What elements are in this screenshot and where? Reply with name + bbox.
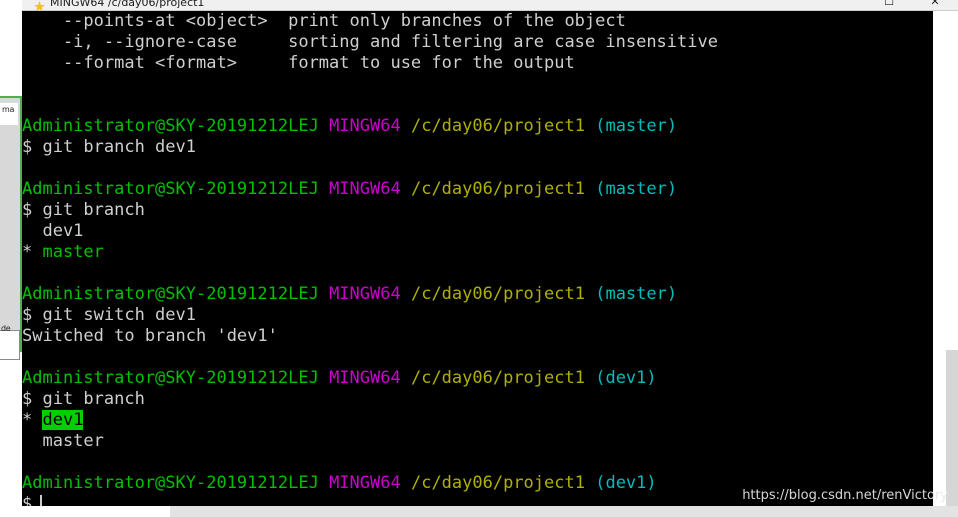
terminal-line: * master bbox=[22, 242, 718, 263]
terminal-line bbox=[22, 95, 718, 116]
terminal-text: MINGW64 bbox=[329, 116, 401, 136]
terminal-text: MINGW64 bbox=[329, 473, 401, 493]
terminal-text: MINGW64 bbox=[329, 179, 401, 199]
terminal-text: $ git switch dev1 bbox=[22, 305, 196, 325]
terminal-line: Administrator@SKY-20191212LEJ MINGW64 /c… bbox=[22, 473, 718, 494]
terminal-text: Switched to branch 'dev1' bbox=[22, 326, 278, 346]
screen-root: ma de MINGW64 /c/day06/project1 ☐ ✕ --po… bbox=[0, 0, 958, 517]
background-bottom-scrollbar[interactable] bbox=[170, 506, 958, 517]
terminal-text: /c/day06/project1 bbox=[410, 284, 585, 304]
terminal-text: MINGW64 bbox=[329, 284, 401, 304]
terminal-text: $ bbox=[22, 494, 33, 506]
background-panel-left bbox=[0, 96, 22, 352]
terminal-line: $ git branch bbox=[22, 389, 718, 410]
terminal-line: * dev1 bbox=[22, 410, 718, 431]
terminal-line: master bbox=[22, 431, 718, 452]
terminal-text: $ git branch bbox=[22, 200, 145, 220]
terminal-window[interactable]: --points-at <object> print only branches… bbox=[22, 11, 933, 506]
terminal-line bbox=[22, 347, 718, 368]
terminal-line: $ git branch dev1 bbox=[22, 137, 718, 158]
terminal-line: $ bbox=[22, 494, 718, 506]
terminal-text: dev1 bbox=[22, 221, 84, 241]
terminal-line: --format <format> format to use for the … bbox=[22, 53, 718, 74]
terminal-text: -i, --ignore-case sorting and filtering … bbox=[22, 32, 718, 52]
terminal-line bbox=[22, 452, 718, 473]
terminal-text: --format <format> format to use for the … bbox=[22, 53, 575, 73]
terminal-text: (dev1) bbox=[595, 368, 657, 388]
terminal-line: Switched to branch 'dev1' bbox=[22, 326, 718, 347]
watermark-url: https://blog.csdn.net/renVictory bbox=[742, 488, 948, 503]
terminal-line: Administrator@SKY-20191212LEJ MINGW64 /c… bbox=[22, 179, 718, 200]
terminal-text: $ git branch dev1 bbox=[22, 137, 196, 157]
background-box-lower bbox=[0, 330, 20, 360]
window-titlebar[interactable]: MINGW64 /c/day06/project1 ☐ ✕ bbox=[22, 0, 958, 11]
terminal-text: (dev1) bbox=[595, 473, 657, 493]
terminal-text: MINGW64 bbox=[329, 368, 401, 388]
terminal-line: --points-at <object> print only branches… bbox=[22, 11, 718, 32]
background-tag-dev: de bbox=[1, 324, 11, 333]
terminal-text: --points-at <object> print only branches… bbox=[22, 11, 626, 31]
terminal-text: Administrator@SKY-20191212LEJ bbox=[22, 368, 319, 388]
terminal-text: master bbox=[42, 242, 104, 262]
terminal-output: --points-at <object> print only branches… bbox=[22, 11, 718, 506]
terminal-line: -i, --ignore-case sorting and filtering … bbox=[22, 32, 718, 53]
terminal-text: (master) bbox=[595, 284, 678, 304]
terminal-line: Administrator@SKY-20191212LEJ MINGW64 /c… bbox=[22, 368, 718, 389]
terminal-text: /c/day06/project1 bbox=[410, 116, 585, 136]
terminal-text: Administrator@SKY-20191212LEJ bbox=[22, 284, 319, 304]
terminal-text: * bbox=[22, 242, 43, 262]
terminal-text: Administrator@SKY-20191212LEJ bbox=[22, 116, 319, 136]
terminal-line bbox=[22, 263, 718, 284]
terminal-text: /c/day06/project1 bbox=[410, 473, 585, 493]
terminal-line bbox=[22, 74, 718, 95]
terminal-line: dev1 bbox=[22, 221, 718, 242]
terminal-text: /c/day06/project1 bbox=[410, 179, 585, 199]
terminal-line bbox=[22, 158, 718, 179]
terminal-text: /c/day06/project1 bbox=[410, 368, 585, 388]
terminal-text: master bbox=[22, 431, 104, 451]
terminal-text: (master) bbox=[595, 179, 678, 199]
terminal-text: $ git branch bbox=[22, 389, 145, 409]
text-cursor bbox=[40, 495, 43, 506]
terminal-line: Administrator@SKY-20191212LEJ MINGW64 /c… bbox=[22, 116, 718, 137]
terminal-text: dev1 bbox=[42, 410, 84, 430]
terminal-text: (master) bbox=[595, 116, 678, 136]
terminal-line: $ git branch bbox=[22, 200, 718, 221]
terminal-line: Administrator@SKY-20191212LEJ MINGW64 /c… bbox=[22, 284, 718, 305]
close-button[interactable]: ✕ bbox=[922, 0, 948, 8]
terminal-text: * bbox=[22, 410, 43, 430]
terminal-line: $ git switch dev1 bbox=[22, 305, 718, 326]
background-bottom-left-filler bbox=[0, 506, 170, 517]
terminal-text: Administrator@SKY-20191212LEJ bbox=[22, 179, 319, 199]
mingw-terminal-icon bbox=[34, 0, 45, 10]
maximize-button[interactable]: ☐ bbox=[876, 0, 902, 8]
background-tag-master: ma bbox=[2, 105, 15, 114]
terminal-text: Administrator@SKY-20191212LEJ bbox=[22, 473, 319, 493]
window-title: MINGW64 /c/day06/project1 bbox=[50, 0, 205, 9]
